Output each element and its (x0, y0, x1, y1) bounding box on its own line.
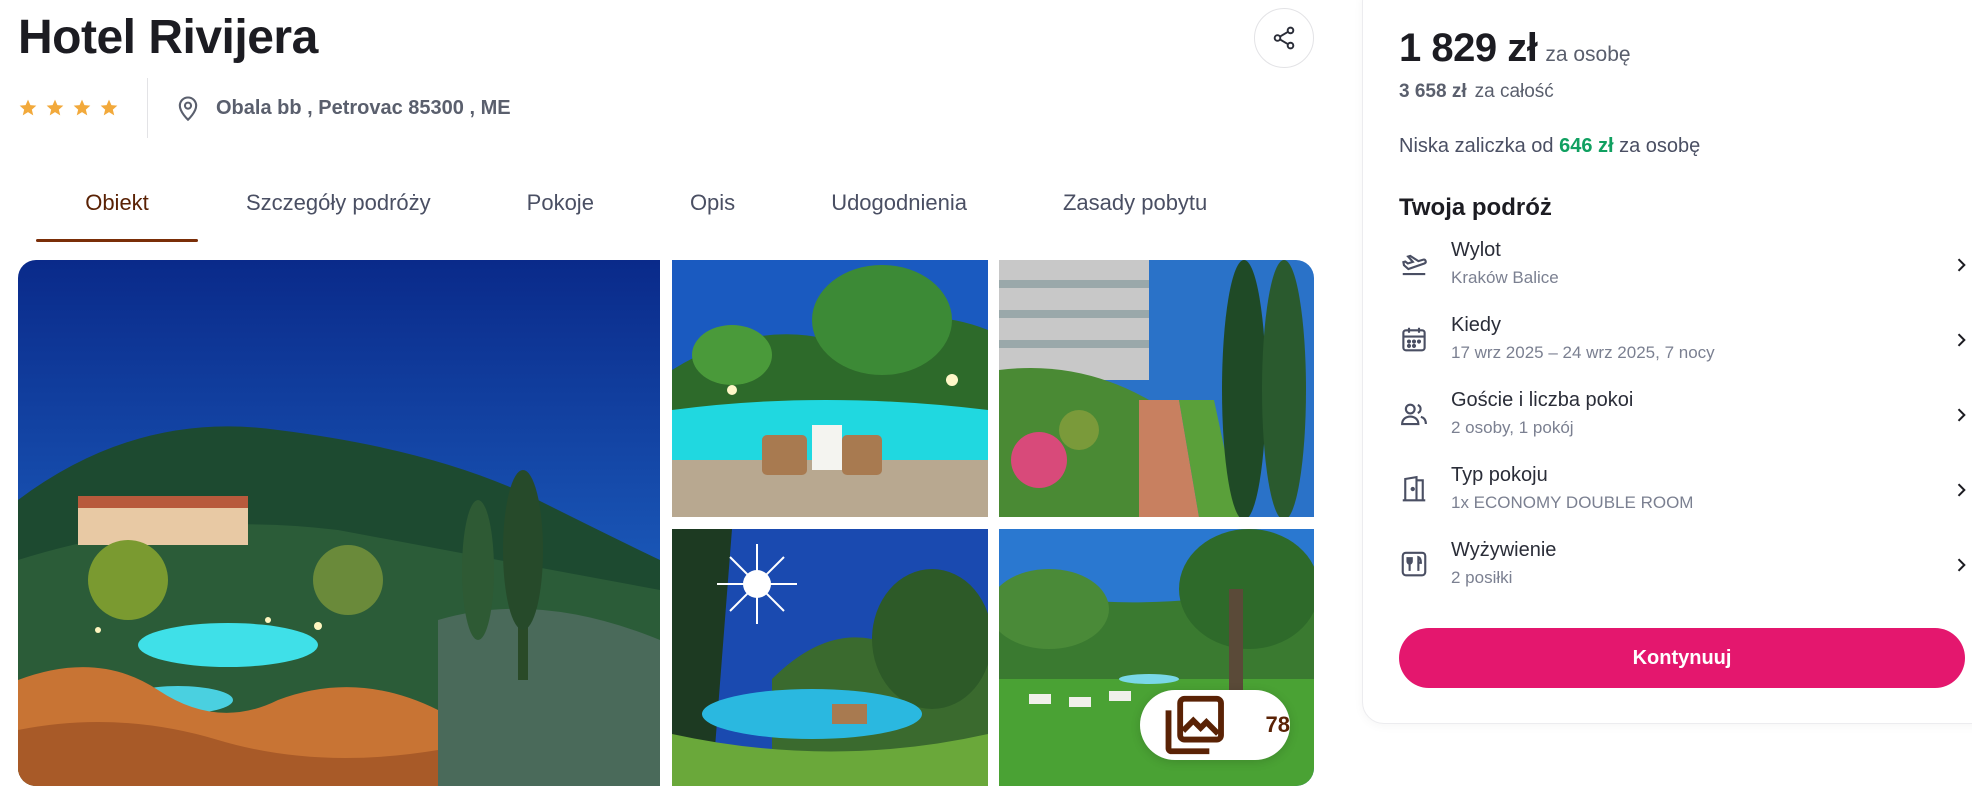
trip-details-list: Wylot Kraków Balice Kiedy 17 wrz 2025 – … (1399, 239, 1971, 614)
gallery-photo-3[interactable] (672, 529, 988, 786)
hotel-address: Obala bb , Petrovac 85300 , ME (216, 96, 511, 119)
chevron-right-icon (1957, 558, 1966, 572)
door-icon (1402, 475, 1426, 502)
trip-label: Typ pokoju (1451, 464, 1548, 486)
star-icon (19, 99, 37, 116)
hotel-meta: Obala bb , Petrovac 85300 , ME (18, 78, 511, 138)
trip-value: 2 posiłki (1451, 568, 1513, 587)
photo-count-button[interactable]: 78 (1140, 690, 1290, 760)
trip-value: 2 osoby, 1 pokój (1451, 418, 1574, 437)
photo-gallery: 78 (18, 260, 1314, 786)
trip-item-meals[interactable]: Wyżywienie 2 posiłki (1399, 539, 1971, 614)
share-icon (1273, 26, 1295, 50)
gallery-photo-main[interactable] (18, 260, 660, 786)
gallery-icon (1165, 695, 1224, 755)
deposit-amount: 646 zł (1559, 135, 1614, 157)
star-icon (100, 99, 118, 116)
trip-item-departure[interactable]: Wylot Kraków Balice (1399, 239, 1971, 314)
star-rating (18, 78, 148, 138)
plane-departure-icon (1402, 254, 1427, 276)
hotel-main-column: Hotel Rivijera Obala bb , Petrovac 85300… (0, 0, 1330, 792)
star-icon (46, 99, 64, 116)
tab-obiekt[interactable]: Obiekt (36, 170, 198, 242)
booking-panel: 1 829 zł za osobę 3 658 zł za całość Nis… (1362, 0, 1972, 724)
gallery-photo-2[interactable] (999, 260, 1314, 517)
trip-label: Wyżywienie (1451, 539, 1557, 561)
trip-label: Wylot (1451, 239, 1501, 261)
trip-label: Goście i liczba pokoi (1451, 389, 1634, 411)
continue-button[interactable]: Kontynuuj (1399, 628, 1965, 688)
price-total: 3 658 zł za całość (1399, 81, 1554, 103)
deposit-info: Niska zaliczka od 646 zł za osobę (1399, 135, 1700, 158)
trip-item-room-type[interactable]: Typ pokoju 1x ECONOMY DOUBLE ROOM (1399, 464, 1971, 539)
share-button[interactable] (1254, 8, 1314, 68)
trip-value: 17 wrz 2025 – 24 wrz 2025, 7 nocy (1451, 343, 1715, 362)
trip-item-dates[interactable]: Kiedy 17 wrz 2025 – 24 wrz 2025, 7 nocy (1399, 314, 1971, 389)
chevron-right-icon (1957, 333, 1966, 347)
tab-pokoje[interactable]: Pokoje (527, 170, 594, 242)
trip-label: Kiedy (1451, 314, 1502, 336)
meal-icon (1401, 551, 1427, 577)
trip-value: 1x ECONOMY DOUBLE ROOM (1451, 493, 1694, 512)
deposit-prefix: Niska zaliczka od (1399, 135, 1554, 157)
hotel-tabs: Obiekt Szczegóły podróży Pokoje Opis Udo… (36, 170, 1207, 242)
calendar-icon (1402, 327, 1426, 352)
location-pin-icon (178, 96, 198, 122)
star-icon (73, 99, 91, 116)
hotel-title: Hotel Rivijera (18, 11, 318, 64)
gallery-photo-1[interactable] (672, 260, 988, 517)
guests-icon (1401, 403, 1427, 426)
total-unit: za całość (1474, 81, 1554, 102)
hotel-location: Obala bb , Petrovac 85300 , ME (174, 93, 511, 123)
trip-item-guests[interactable]: Goście i liczba pokoi 2 osoby, 1 pokój (1399, 389, 1971, 464)
chevron-right-icon (1957, 483, 1966, 497)
tab-zasady-pobytu[interactable]: Zasady pobytu (1063, 170, 1207, 242)
deposit-suffix: za osobę (1619, 135, 1701, 157)
gallery-photo-4[interactable]: 78 (999, 529, 1314, 786)
price-per-person: 1 829 zł za osobę (1399, 26, 1631, 71)
price-main: 1 829 zł (1399, 26, 1538, 70)
tab-szczegoly-podrozy[interactable]: Szczegóły podróży (246, 170, 431, 242)
photo-count: 78 (1265, 712, 1290, 737)
chevron-right-icon (1957, 258, 1966, 272)
tab-udogodnienia[interactable]: Udogodnienia (831, 170, 967, 242)
trip-value: Kraków Balice (1451, 268, 1559, 287)
trip-section-title: Twoja podróż (1399, 194, 1552, 221)
tab-opis[interactable]: Opis (690, 170, 735, 242)
price-unit: za osobę (1545, 43, 1631, 66)
total-amount: 3 658 zł (1399, 81, 1467, 102)
chevron-right-icon (1957, 408, 1966, 422)
